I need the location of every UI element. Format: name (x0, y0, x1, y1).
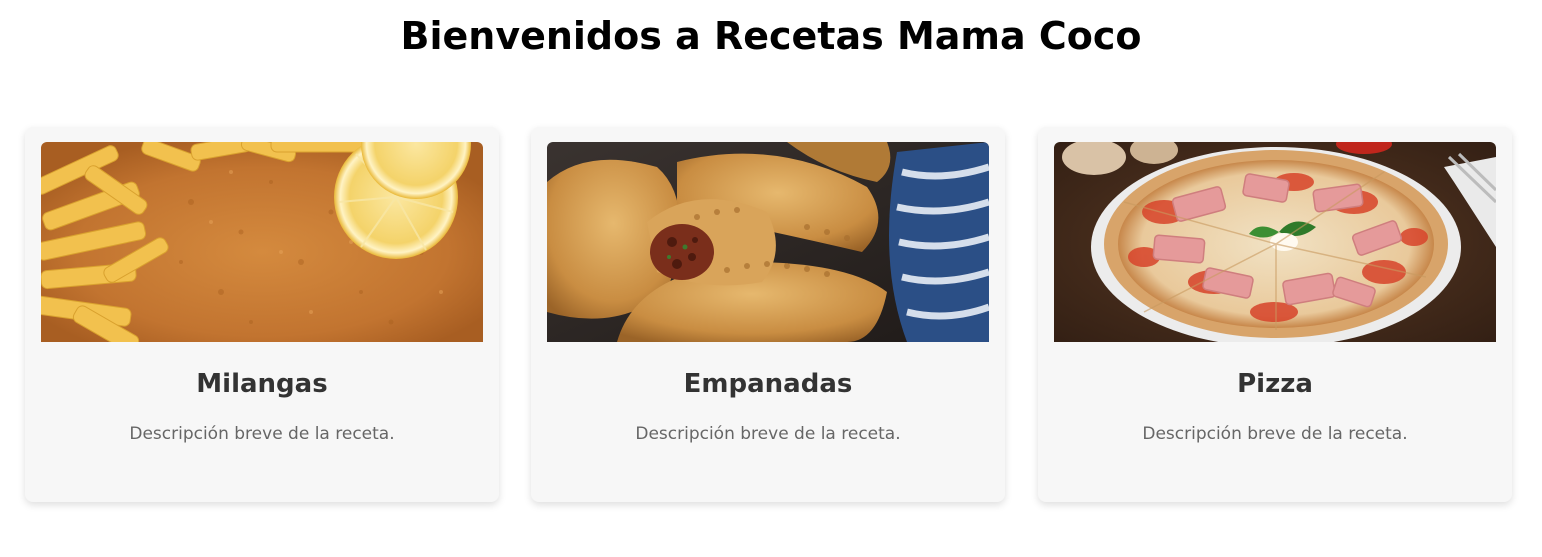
recipe-card-empanadas[interactable]: Empanadas Descripción breve de la receta… (531, 127, 1005, 502)
page: Bienvenidos a Recetas Mama Coco Milangas… (0, 0, 1542, 557)
pizza-image[interactable] (1054, 142, 1496, 342)
recipe-title: Pizza (1237, 369, 1313, 399)
recipe-title: Milangas (196, 369, 328, 399)
recipe-description: Descripción breve de la receta. (1142, 424, 1408, 444)
recipe-card-milangas[interactable]: Milangas Descripción breve de la receta. (25, 127, 499, 502)
recipe-cards: Milangas Descripción breve de la receta. (0, 0, 1542, 557)
recipe-description: Descripción breve de la receta. (129, 424, 395, 444)
recipe-description: Descripción breve de la receta. (635, 424, 901, 444)
empanadas-image[interactable] (547, 142, 989, 342)
milanesa-image[interactable] (41, 142, 483, 342)
recipe-title: Empanadas (683, 369, 853, 399)
recipe-card-pizza[interactable]: Pizza Descripción breve de la receta. (1038, 127, 1512, 502)
